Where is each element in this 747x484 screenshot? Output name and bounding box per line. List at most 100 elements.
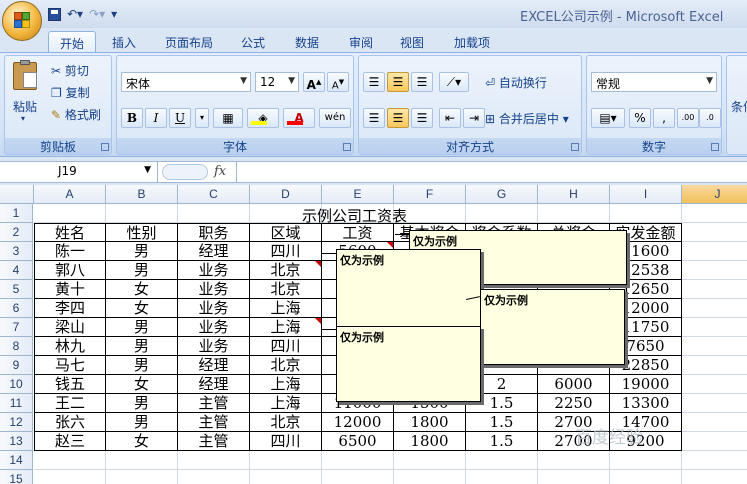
undo-icon[interactable]: ↶▾ <box>67 7 83 21</box>
column-label-cell[interactable]: 职务 <box>178 223 250 242</box>
column-header-i[interactable]: I <box>610 185 682 204</box>
table-cell[interactable]: 6000 <box>538 375 610 394</box>
comma-button[interactable]: , <box>653 108 675 128</box>
underline-dropdown[interactable]: ▾ <box>195 108 209 128</box>
table-cell[interactable]: 2250 <box>538 394 610 413</box>
number-launcher-icon[interactable] <box>711 143 719 151</box>
table-cell[interactable]: 陈一 <box>34 242 106 261</box>
table-cell[interactable]: 业务 <box>178 337 250 356</box>
grow-font-button[interactable]: A▲ <box>303 72 325 92</box>
row-header-10[interactable]: 10 <box>0 375 33 394</box>
orientation-button[interactable]: ⟋▾ <box>439 72 469 92</box>
font-color-button[interactable]: A <box>283 108 315 128</box>
column-header-a[interactable]: A <box>34 185 106 204</box>
column-header-h[interactable]: H <box>538 185 610 204</box>
align-right-button[interactable]: ☰ <box>411 108 433 128</box>
font-name-combo[interactable]: 宋体 ▼ <box>121 72 251 92</box>
table-cell[interactable]: 男 <box>106 356 178 375</box>
row-header-6[interactable]: 6 <box>0 299 33 318</box>
table-cell[interactable]: 男 <box>106 242 178 261</box>
table-cell[interactable]: 经理 <box>178 242 250 261</box>
table-cell[interactable]: 上海 <box>250 394 322 413</box>
row-header-7[interactable]: 7 <box>0 318 33 337</box>
row-header-11[interactable]: 11 <box>0 394 33 413</box>
row-header-14[interactable]: 14 <box>0 451 33 470</box>
column-label-cell[interactable]: 工资 <box>322 223 394 242</box>
table-cell[interactable]: 赵三 <box>34 432 106 451</box>
table-cell[interactable]: 林九 <box>34 337 106 356</box>
column-header-c[interactable]: C <box>178 185 250 204</box>
row-header-9[interactable]: 9 <box>0 356 33 375</box>
table-cell[interactable]: 女 <box>106 432 178 451</box>
decrease-indent-button[interactable]: ⇤ <box>439 108 461 128</box>
shrink-font-button[interactable]: A▼ <box>327 72 349 92</box>
font-size-combo[interactable]: 12 ▼ <box>255 72 299 92</box>
increase-decimal-button[interactable]: .00 <box>677 108 699 128</box>
row-header-3[interactable]: 3 <box>0 242 33 261</box>
table-cell[interactable]: 北京 <box>250 356 322 375</box>
table-cell[interactable]: 女 <box>106 280 178 299</box>
column-label-cell[interactable]: 性别 <box>106 223 178 242</box>
formula-input[interactable] <box>236 162 747 182</box>
column-header-e[interactable]: E <box>322 185 394 204</box>
column-header-j[interactable]: J <box>682 185 747 204</box>
table-cell[interactable]: 北京 <box>250 261 322 280</box>
row-header-13[interactable]: 13 <box>0 432 33 451</box>
table-cell[interactable]: 女 <box>106 375 178 394</box>
worksheet-grid[interactable]: A B C D E F G H I J 1 2 3 4 5 6 7 8 9 10 11 12 13 14 15 示例公司工资表 姓名… <box>0 185 747 484</box>
table-cell[interactable]: 业务 <box>178 318 250 337</box>
table-cell[interactable]: 北京 <box>250 280 322 299</box>
table-cell[interactable]: 业务 <box>178 280 250 299</box>
tab-addins[interactable]: 加载项 <box>446 31 498 52</box>
comment-box[interactable]: 仅为示例 <box>336 326 481 402</box>
table-cell[interactable]: 马七 <box>34 356 106 375</box>
row-header-15[interactable]: 15 <box>0 470 33 484</box>
phonetic-button[interactable]: wén <box>319 108 351 128</box>
table-cell[interactable]: 上海 <box>250 299 322 318</box>
tab-formulas[interactable]: 公式 <box>232 31 274 52</box>
fx-icon[interactable]: fx <box>214 164 226 179</box>
customize-qat-icon[interactable]: ▾ <box>111 7 117 21</box>
select-all-corner[interactable] <box>0 185 34 204</box>
align-bottom-button[interactable]: ☰ <box>411 72 433 92</box>
column-header-d[interactable]: D <box>250 185 322 204</box>
table-cell[interactable]: 男 <box>106 413 178 432</box>
table-cell[interactable]: 经理 <box>178 375 250 394</box>
accounting-format-button[interactable]: ▤▾ <box>591 108 625 128</box>
formula-bar-splitter[interactable] <box>162 164 208 180</box>
tab-home[interactable]: 开始 <box>48 31 96 52</box>
borders-button[interactable]: ▦ <box>213 108 243 128</box>
table-cell[interactable]: 主管 <box>178 413 250 432</box>
format-painter-button[interactable]: ✎ 格式刷 <box>51 106 101 123</box>
row-header-5[interactable]: 5 <box>0 280 33 299</box>
table-cell[interactable]: 黄十 <box>34 280 106 299</box>
table-cell[interactable]: 男 <box>106 318 178 337</box>
table-cell[interactable]: 四川 <box>250 337 322 356</box>
align-left-button[interactable]: ☰ <box>363 108 385 128</box>
bold-button[interactable]: B <box>121 108 143 128</box>
table-cell[interactable]: 男 <box>106 394 178 413</box>
table-cell[interactable]: 女 <box>106 299 178 318</box>
column-label-cell[interactable]: 姓名 <box>34 223 106 242</box>
underline-button[interactable]: U <box>169 108 191 128</box>
column-header-g[interactable]: G <box>466 185 538 204</box>
table-cell[interactable]: 上海 <box>250 318 322 337</box>
wrap-text-button[interactable]: ⏎ 自动换行 <box>485 74 547 91</box>
italic-button[interactable]: I <box>145 108 167 128</box>
tab-page-layout[interactable]: 页面布局 <box>158 31 220 52</box>
number-format-combo[interactable]: 常规 ▼ <box>591 72 717 92</box>
table-cell[interactable]: 男 <box>106 337 178 356</box>
decrease-decimal-button[interactable]: .0 <box>699 108 721 128</box>
copy-button[interactable]: ❐ 复制 <box>51 84 90 101</box>
redo-icon[interactable]: ↷▾ <box>89 7 105 21</box>
row-header-12[interactable]: 12 <box>0 413 33 432</box>
table-cell[interactable]: 1.5 <box>466 432 538 451</box>
office-button[interactable] <box>2 1 42 41</box>
column-header-b[interactable]: B <box>106 185 178 204</box>
table-cell[interactable]: 12000 <box>322 413 394 432</box>
table-cell[interactable]: 6500 <box>322 432 394 451</box>
table-cell[interactable]: 1.5 <box>466 413 538 432</box>
table-cell[interactable]: 男 <box>106 261 178 280</box>
tab-data[interactable]: 数据 <box>286 31 328 52</box>
conditional-format-button[interactable]: 条件格式 <box>731 98 747 115</box>
